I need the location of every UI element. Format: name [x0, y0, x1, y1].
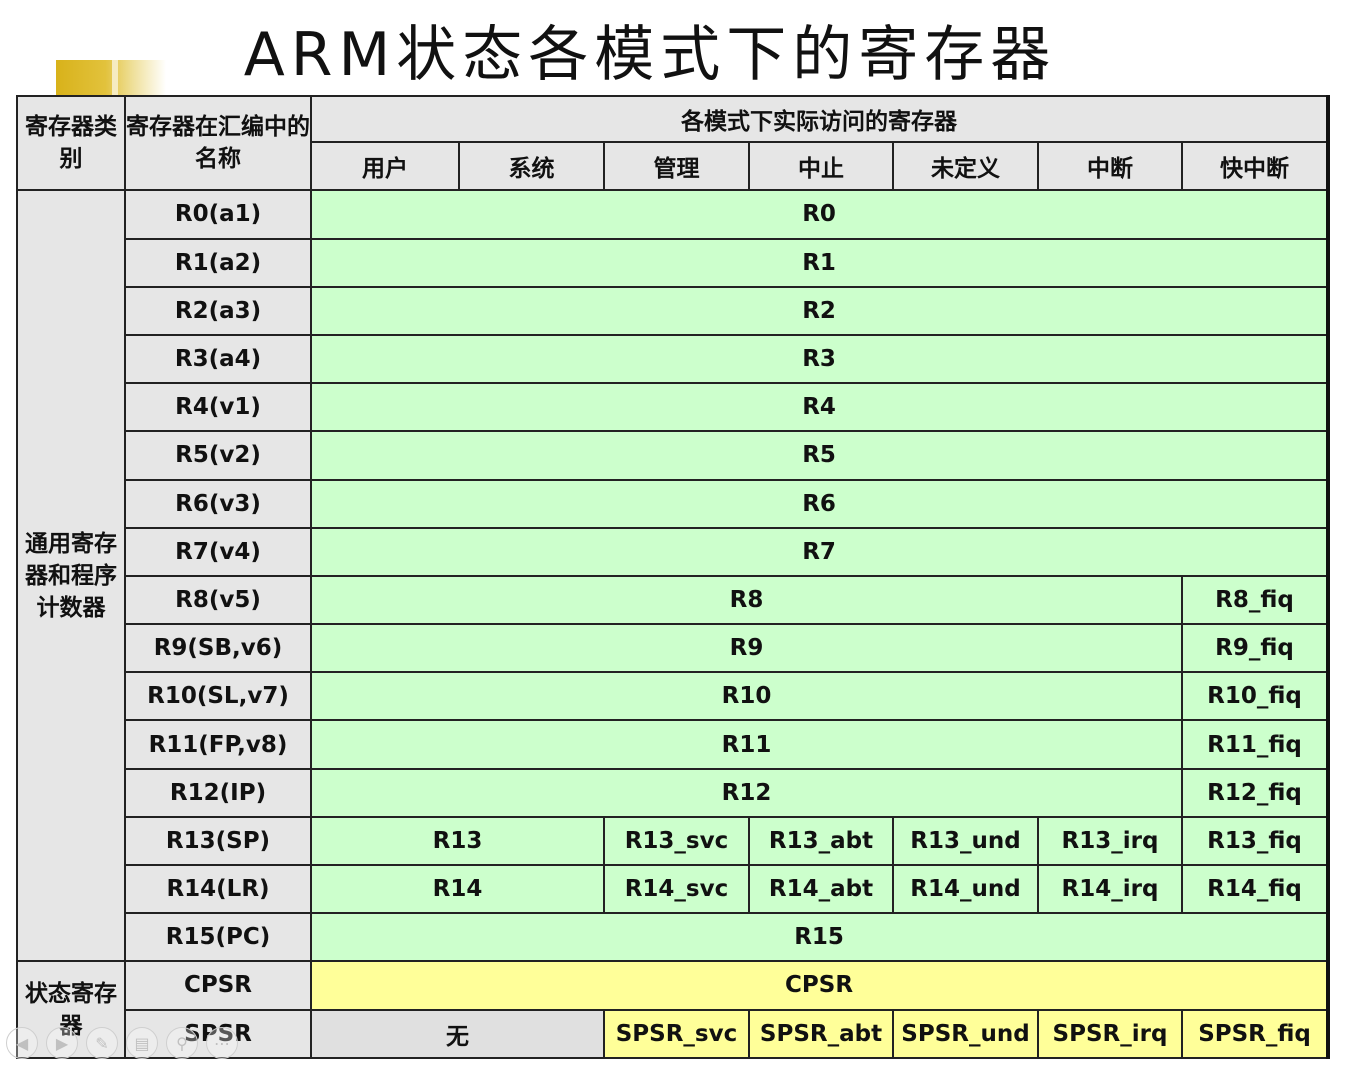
reg-name-r4: R4(v1) [124, 382, 312, 433]
reg-name-r10: R10(SL,v7) [124, 671, 312, 722]
more-icon[interactable]: ⋯ [206, 1027, 238, 1059]
reg-cell-r8: R8 [310, 574, 1183, 626]
reg-cell-r11-fiq: R11_fiq [1180, 719, 1331, 770]
header-modes-group: 各模式下实际访问的寄存器 [309, 94, 1331, 144]
reg-name-r8: R8(v5) [124, 574, 312, 626]
back-icon[interactable]: ◀ [6, 1027, 38, 1059]
reg-cell-r14-irq: R14_irq [1037, 863, 1183, 915]
reg-cell-r7: R7 [309, 526, 1331, 577]
reg-cell-spsr-none: 无 [310, 1008, 605, 1060]
reg-cell-r13-user-sys: R13 [310, 815, 605, 867]
reg-cell-spsr-und: SPSR_und [892, 1008, 1039, 1060]
header-asm-name: 寄存器在汇编中的名称 [124, 94, 312, 192]
register-table: 寄存器类别 寄存器在汇编中的名称 各模式下实际访问的寄存器 用户 系统 管理 中… [16, 94, 1331, 1060]
reg-cell-r13-abt: R13_abt [748, 815, 894, 867]
reg-name-r15: R15(PC) [124, 912, 312, 963]
category-general: 通用寄存器和程序计数器 [16, 189, 126, 963]
reg-cell-r14-abt: R14_abt [748, 863, 894, 915]
reg-cell-r13-fiq: R13_fiq [1180, 815, 1331, 867]
reg-name-r14: R14(LR) [124, 863, 312, 915]
reg-cell-r15: R15 [309, 912, 1331, 963]
reg-cell-r3: R3 [309, 333, 1331, 385]
header-mode-user: 用户 [310, 141, 460, 192]
reg-name-r11: R11(FP,v8) [124, 719, 312, 770]
slideshow-nav-toolbar: ◀ ▶ ✎ ▤ ⚲ ⋯ [0, 1026, 276, 1060]
reg-name-r6: R6(v3) [124, 478, 312, 529]
slides-icon[interactable]: ▤ [126, 1027, 158, 1059]
reg-cell-r13-und: R13_und [892, 815, 1039, 867]
reg-cell-r14-fiq: R14_fiq [1180, 863, 1331, 915]
reg-cell-r12: R12 [310, 767, 1183, 818]
reg-cell-r11: R11 [310, 719, 1183, 770]
header-mode-supervisor: 管理 [603, 141, 750, 192]
reg-name-r0: R0(a1) [124, 189, 312, 240]
reg-name-r1: R1(a2) [124, 237, 312, 288]
reg-cell-r4: R4 [309, 382, 1331, 433]
reg-cell-r10: R10 [310, 671, 1183, 722]
header-mode-undefined: 未定义 [892, 141, 1039, 192]
header-mode-fiq: 快中断 [1180, 141, 1331, 192]
reg-cell-r10-fiq: R10_fiq [1180, 671, 1331, 722]
header-category: 寄存器类别 [16, 94, 126, 192]
reg-cell-r13-svc: R13_svc [603, 815, 750, 867]
reg-name-r3: R3(a4) [124, 333, 312, 385]
reg-name-r12: R12(IP) [124, 767, 312, 818]
reg-cell-r6: R6 [309, 478, 1331, 529]
header-mode-system: 系统 [458, 141, 605, 192]
reg-cell-r2: R2 [309, 285, 1331, 336]
reg-cell-r8-fiq: R8_fiq [1180, 574, 1331, 626]
reg-cell-r14-und: R14_und [892, 863, 1039, 915]
reg-cell-r0: R0 [309, 189, 1331, 240]
reg-cell-r9: R9 [310, 623, 1183, 674]
reg-name-r7: R7(v4) [124, 526, 312, 577]
reg-name-cpsr: CPSR [124, 960, 312, 1011]
reg-cell-spsr-fiq: SPSR_fiq [1180, 1008, 1331, 1060]
forward-icon[interactable]: ▶ [46, 1027, 78, 1059]
pen-icon[interactable]: ✎ [86, 1027, 118, 1059]
reg-name-r9: R9(SB,v6) [124, 623, 312, 674]
reg-name-r2: R2(a3) [124, 285, 312, 336]
reg-cell-r14-svc: R14_svc [603, 863, 750, 915]
reg-cell-r1: R1 [309, 237, 1331, 288]
reg-cell-spsr-svc: SPSR_svc [603, 1008, 750, 1060]
reg-cell-r12-fiq: R12_fiq [1180, 767, 1331, 818]
reg-cell-cpsr: CPSR [309, 960, 1331, 1011]
header-mode-abort: 中止 [748, 141, 894, 192]
reg-cell-r5: R5 [309, 430, 1331, 481]
page-title: ARM状态各模式下的寄存器 [243, 20, 1057, 90]
reg-cell-r14-user-sys: R14 [310, 863, 605, 915]
reg-cell-r13-irq: R13_irq [1037, 815, 1183, 867]
header-mode-irq: 中断 [1037, 141, 1183, 192]
reg-cell-r9-fiq: R9_fiq [1180, 623, 1331, 674]
reg-cell-spsr-abt: SPSR_abt [748, 1008, 894, 1060]
reg-name-r5: R5(v2) [124, 430, 312, 481]
reg-cell-spsr-irq: SPSR_irq [1037, 1008, 1183, 1060]
reg-name-r13: R13(SP) [124, 815, 312, 867]
zoom-icon[interactable]: ⚲ [166, 1027, 198, 1059]
